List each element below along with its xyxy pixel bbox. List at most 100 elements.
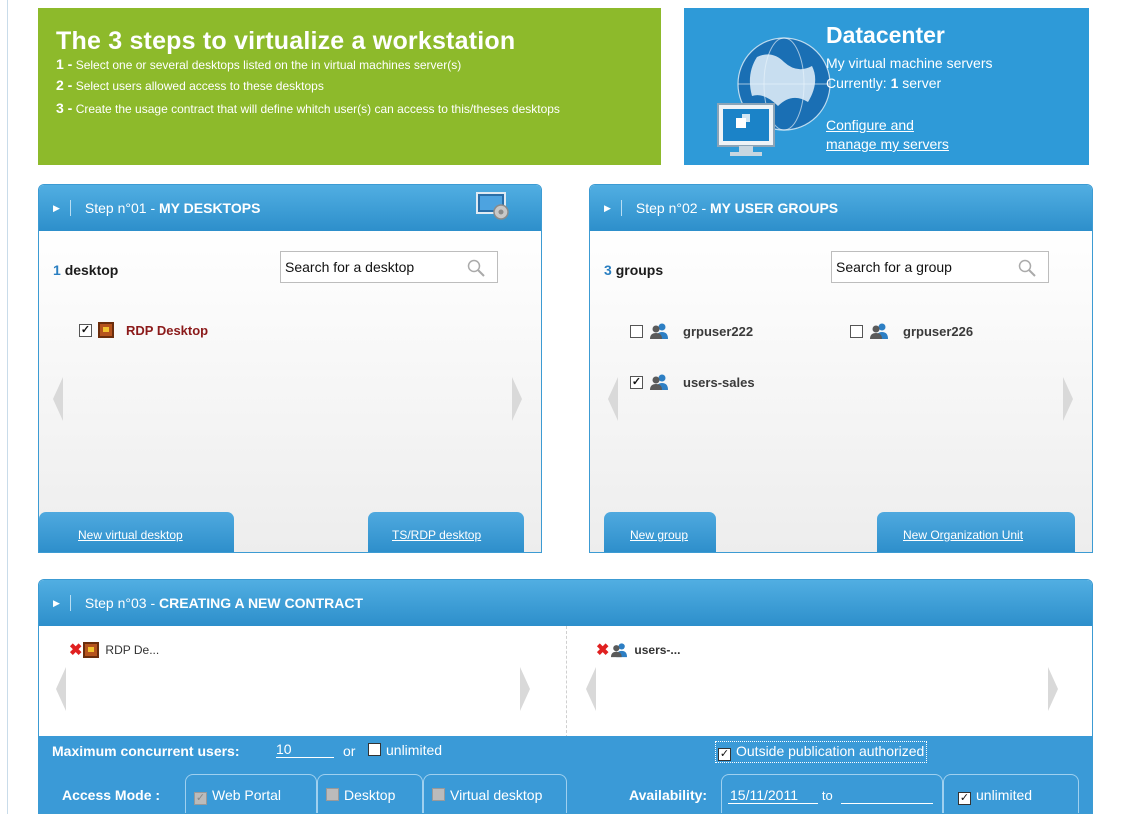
- group-item-checkbox[interactable]: [630, 324, 643, 338]
- selected-group-label: users-...: [634, 643, 681, 657]
- availability-label: Availability:: [629, 787, 708, 803]
- user-group-icon: [611, 643, 628, 658]
- header-separator: [69, 595, 71, 611]
- step3-prefix: Step n°03 -: [84, 595, 156, 611]
- scroll-left-arrow[interactable]: [56, 667, 66, 711]
- expand-triangle-icon[interactable]: ▶: [604, 203, 611, 214]
- ts-rdp-desktop-button[interactable]: TS/RDP desktop: [368, 512, 524, 552]
- group-search-input[interactable]: Search for a group: [831, 251, 1049, 283]
- scroll-right-arrow[interactable]: [512, 377, 522, 421]
- step3-contract-panel: ▶ Step n°03 - CREATING A NEW CONTRACT ✖ …: [38, 579, 1093, 814]
- desktop-count: 1 desktop: [53, 262, 118, 278]
- group-item-grpuser226[interactable]: grpuser226: [850, 322, 973, 340]
- outside-publication-checkbox[interactable]: ✓: [718, 748, 731, 761]
- availability-unlimited-label: unlimited: [976, 787, 1033, 803]
- mode-web-portal[interactable]: ✓ Web Portal: [185, 774, 317, 813]
- step3-title: CREATING A NEW CONTRACT: [159, 595, 364, 611]
- datacenter-current: Currently: 1 server: [826, 75, 941, 91]
- desktop-item-checkbox[interactable]: ✓: [79, 323, 92, 337]
- intro-step-1: 1 - Select one or several desktops liste…: [56, 54, 661, 75]
- expand-triangle-icon[interactable]: ▶: [53, 203, 60, 214]
- unlimited-users-option[interactable]: unlimited: [368, 742, 442, 758]
- intro-step-1-num: 1 -: [56, 56, 73, 72]
- desktop-search-input[interactable]: Search for a desktop: [280, 251, 498, 283]
- step2-prefix: Step n°02 -: [635, 200, 707, 216]
- group-item-checkbox[interactable]: [850, 324, 863, 338]
- max-users-input[interactable]: 10: [276, 741, 334, 758]
- datacenter-current-prefix: Currently:: [826, 75, 887, 91]
- unlimited-users-checkbox[interactable]: [368, 743, 381, 756]
- user-group-icon: [870, 323, 888, 339]
- intro-banner: The 3 steps to virtualize a workstation …: [38, 8, 661, 165]
- intro-step-2: 2 - Select users allowed access to these…: [56, 75, 661, 96]
- intro-step-1-text: Select one or several desktops listed on…: [75, 58, 462, 72]
- availability-from-input[interactable]: 15/11/2011: [728, 787, 818, 804]
- availability-unlimited-option[interactable]: ✓ unlimited: [943, 774, 1079, 813]
- mode-virtual-desktop[interactable]: Virtual desktop: [423, 774, 567, 813]
- datacenter-server-count: 1: [890, 75, 899, 91]
- scroll-left-arrow[interactable]: [608, 377, 618, 421]
- new-group-button[interactable]: New group: [604, 512, 716, 552]
- intro-step-3-text: Create the usage contract that will defi…: [75, 102, 560, 116]
- selected-desktop-label: RDP De...: [105, 643, 160, 657]
- max-users-label: Maximum concurrent users:: [52, 743, 240, 759]
- configure-servers-link-line1[interactable]: Configure and: [826, 117, 914, 133]
- group-item-label[interactable]: grpuser226: [903, 324, 973, 339]
- mode-web-portal-checkbox[interactable]: ✓: [194, 792, 207, 805]
- scroll-left-arrow[interactable]: [586, 667, 596, 711]
- mode-desktop-checkbox[interactable]: [326, 788, 339, 801]
- scroll-right-arrow[interactable]: [520, 667, 530, 711]
- mode-desktop-label: Desktop: [344, 787, 396, 803]
- step2-title: MY USER GROUPS: [710, 200, 839, 216]
- intro-step-3: 3 - Create the usage contract that will …: [56, 96, 646, 118]
- configure-servers-link-line2[interactable]: manage my servers: [826, 136, 949, 152]
- step1-prefix: Step n°01 -: [84, 200, 156, 216]
- group-item-grpuser222[interactable]: grpuser222: [630, 322, 753, 340]
- group-item-users-sales[interactable]: ✓ users-sales: [630, 373, 755, 391]
- intro-step-2-text: Select users allowed access to these des…: [75, 79, 324, 93]
- rdp-desktop-icon: [83, 642, 100, 658]
- scroll-left-arrow[interactable]: [53, 377, 63, 421]
- availability-range: 15/11/2011 to: [721, 774, 943, 813]
- availability-unlimited-checkbox[interactable]: ✓: [958, 792, 971, 805]
- desktop-count-number: 1: [53, 262, 61, 278]
- header-separator: [620, 200, 622, 216]
- remove-group-icon[interactable]: ✖: [596, 640, 609, 660]
- new-organization-unit-button[interactable]: New Organization Unit: [877, 512, 1075, 552]
- access-mode-label: Access Mode :: [62, 787, 161, 803]
- header-separator: [69, 200, 71, 216]
- scroll-right-arrow[interactable]: [1048, 667, 1058, 711]
- datacenter-banner: Datacenter My virtual machine servers Cu…: [684, 8, 1089, 165]
- group-count: 3 groups: [604, 262, 663, 278]
- new-virtual-desktop-button[interactable]: New virtual desktop: [39, 512, 234, 552]
- unlimited-users-label: unlimited: [386, 742, 443, 758]
- intro-title: The 3 steps to virtualize a workstation: [56, 27, 516, 55]
- group-count-number: 3: [604, 262, 612, 278]
- group-item-label[interactable]: users-sales: [683, 375, 755, 390]
- expand-triangle-icon[interactable]: ▶: [53, 598, 60, 609]
- desktop-item-rdp[interactable]: ✓ RDP Desktop: [79, 322, 208, 338]
- search-icon[interactable]: [467, 259, 485, 277]
- desktop-search-placeholder: Search for a desktop: [285, 259, 415, 275]
- desktop-count-label: desktop: [64, 262, 119, 278]
- step1-header[interactable]: ▶ Step n°01 - MY DESKTOPS: [39, 185, 541, 231]
- desktop-item-label[interactable]: RDP Desktop: [126, 323, 208, 338]
- group-search-placeholder: Search for a group: [836, 259, 952, 275]
- configure-servers-link[interactable]: Configure and manage my servers: [826, 116, 1006, 154]
- desktop-settings-icon[interactable]: [476, 191, 510, 221]
- group-item-label[interactable]: grpuser222: [683, 324, 753, 339]
- search-icon[interactable]: [1018, 259, 1036, 277]
- mode-desktop[interactable]: Desktop: [317, 774, 423, 813]
- step2-user-groups-panel: ▶ Step n°02 - MY USER GROUPS 3 groups Se…: [589, 184, 1093, 553]
- availability-to-input[interactable]: [840, 787, 933, 804]
- group-item-checkbox[interactable]: ✓: [630, 375, 643, 389]
- scroll-right-arrow[interactable]: [1063, 377, 1073, 421]
- outside-publication-label: Outside publication authorized: [736, 743, 925, 759]
- step3-header[interactable]: ▶ Step n°03 - CREATING A NEW CONTRACT: [39, 580, 1092, 626]
- datacenter-title: Datacenter: [826, 22, 945, 48]
- step2-header[interactable]: ▶ Step n°02 - MY USER GROUPS: [590, 185, 1092, 231]
- mode-virtual-desktop-checkbox[interactable]: [432, 788, 445, 801]
- outside-publication-option[interactable]: ✓ Outside publication authorized: [715, 741, 928, 763]
- intro-step-3-num: 3 -: [56, 100, 73, 116]
- remove-desktop-icon[interactable]: ✖: [69, 640, 82, 660]
